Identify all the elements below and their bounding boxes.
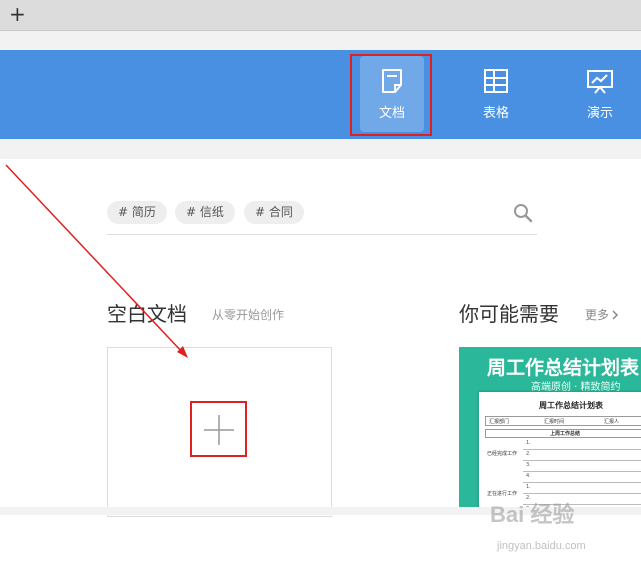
nav-tab-presentation[interactable]: 演示	[568, 56, 632, 132]
top-nav-bar: 文档 表格 演示	[0, 50, 641, 139]
template-cell: 汇报人	[604, 419, 620, 425]
nav-tab-table[interactable]: 表格	[464, 56, 528, 132]
more-link-label: 更多	[585, 308, 610, 322]
template-row-line	[523, 493, 641, 494]
template-row-line	[523, 449, 641, 450]
template-row-number: 1.	[526, 484, 531, 490]
template-row-label: 已经完成工作	[487, 451, 518, 457]
nav-tab-table-label: 表格	[482, 106, 509, 121]
table-icon	[484, 69, 508, 93]
new-tab-button[interactable]: +	[9, 3, 26, 25]
template-band-label: 上周工作总结	[485, 429, 641, 438]
baidu-watermark-url: jingyan.baidu.com	[497, 540, 586, 552]
template-card-weekly-plan[interactable]: 周工作总结计划表 高端原创 · 精致简约 周工作总结计划表 汇报部门 汇报时间 …	[459, 347, 641, 510]
template-cell: 汇报部门	[489, 419, 510, 425]
template-preview-paper: 周工作总结计划表 汇报部门 汇报时间 汇报人 上周工作总结 已经完成工作 正在进…	[479, 392, 641, 510]
new-document-highlight	[190, 401, 247, 457]
template-header-row: 汇报部门 汇报时间 汇报人	[485, 416, 641, 426]
chevron-right-icon	[612, 310, 619, 320]
search-icon[interactable]	[513, 203, 533, 223]
document-tab-highlight	[350, 54, 432, 136]
tag-resume[interactable]: # 简历	[107, 201, 167, 224]
browser-tab-strip: +	[0, 0, 641, 31]
template-row-line	[523, 471, 641, 472]
baidu-watermark: Bai 经验	[490, 502, 575, 527]
presentation-icon	[587, 70, 613, 94]
template-subtitle: 高端原创 · 精致简约	[531, 382, 621, 393]
template-row-line	[523, 482, 641, 483]
template-paper-title: 周工作总结计划表	[539, 401, 603, 410]
tag-letter-paper[interactable]: # 信纸	[175, 201, 235, 224]
suggestion-title: 你可能需要	[459, 302, 559, 326]
template-cell: 汇报时间	[544, 419, 565, 425]
template-row-number: 3.	[526, 462, 531, 468]
template-row-number: 2.	[526, 451, 531, 457]
tag-contract[interactable]: # 合同	[244, 201, 304, 224]
template-row-number: 1.	[526, 440, 531, 446]
blank-doc-subtitle: 从零开始创作	[212, 308, 285, 322]
blank-doc-title: 空白文档	[107, 302, 187, 326]
template-title: 周工作总结计划表	[487, 357, 640, 379]
template-row-line	[523, 460, 641, 461]
search-input-underline[interactable]	[107, 234, 537, 235]
more-link[interactable]: 更多	[585, 306, 619, 323]
content-top-gap	[0, 139, 641, 159]
nav-tab-presentation-label: 演示	[586, 106, 613, 121]
toolbar-gap	[0, 31, 641, 50]
template-row-number: 4.	[526, 473, 531, 479]
